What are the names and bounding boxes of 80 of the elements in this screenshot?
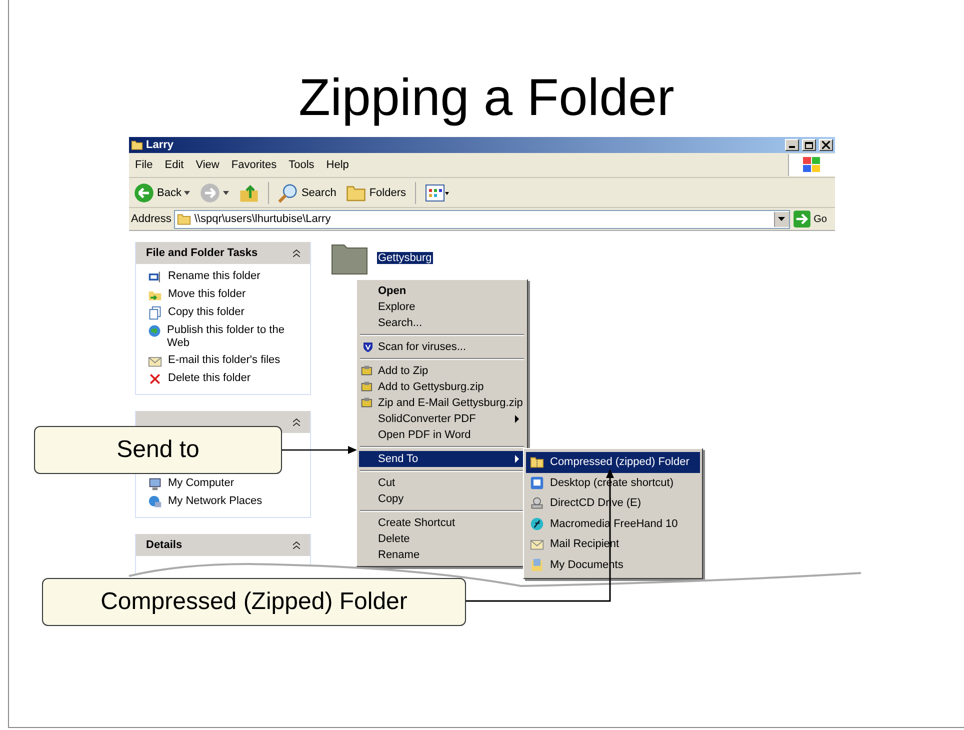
dropdown-caret-icon	[223, 190, 230, 194]
folder-up-icon	[239, 182, 260, 202]
submenu-item[interactable]: Macromedia FreeHand 10	[526, 514, 700, 534]
dropdown-caret-icon	[778, 217, 786, 221]
collapse-chevron-icon[interactable]	[293, 249, 300, 257]
zip-icon	[361, 396, 374, 410]
back-button[interactable]: Back	[131, 182, 194, 202]
context-menu-item[interactable]: Add to Gettysburg.zip	[359, 379, 525, 395]
close-icon	[822, 141, 830, 149]
computer-icon	[148, 477, 162, 491]
window-title: Larry	[146, 139, 175, 151]
task-link[interactable]: Rename this folder	[148, 270, 300, 284]
go-arrow-icon	[792, 210, 811, 228]
dropdown-caret-icon	[184, 190, 190, 194]
menu-item[interactable]: Help	[320, 159, 355, 171]
folders-button[interactable]: Folders	[343, 182, 410, 202]
context-menu-item[interactable]: Copy	[359, 491, 525, 507]
menu-item[interactable]: File	[129, 159, 159, 171]
address-dropdown-button[interactable]	[774, 212, 789, 226]
shield-icon	[362, 341, 374, 353]
search-icon	[278, 182, 298, 202]
flag-logo-icon	[803, 157, 821, 173]
task-link[interactable]: My Computer	[148, 477, 300, 491]
task-link[interactable]: Copy this folder	[148, 306, 300, 320]
search-button[interactable]: Search	[275, 182, 340, 202]
callout-label: Compressed (Zipped) Folder	[42, 578, 466, 626]
task-link[interactable]: Move this folder	[148, 288, 300, 302]
context-menu-item[interactable]: Open PDF in Word	[359, 427, 525, 443]
desktop-shortcut-icon	[530, 476, 544, 490]
context-menu-item[interactable]: Open	[359, 283, 525, 299]
copy-icon	[148, 306, 162, 320]
context-menu-item[interactable]: Explore	[359, 299, 525, 315]
submenu-item[interactable]: Compressed (zipped) Folder	[526, 452, 700, 472]
rename-icon	[148, 270, 162, 284]
envelope-icon	[530, 537, 544, 552]
folder-icon	[177, 212, 192, 226]
menu-item[interactable]: Tools	[282, 159, 320, 171]
address-label: Address	[131, 213, 172, 225]
minimize-button[interactable]	[785, 139, 799, 151]
documents-icon	[530, 558, 544, 572]
context-menu-item[interactable]: Cut	[359, 475, 525, 491]
address-field[interactable]: \\spqr\users\lhurtubise\Larry	[174, 210, 790, 228]
task-link[interactable]: My Network Places	[148, 495, 300, 509]
slide-title: Zipping a Folder	[298, 68, 674, 128]
views-icon	[425, 184, 450, 202]
context-menu-item[interactable]: Scan for viruses...	[359, 339, 525, 355]
maximize-icon	[805, 142, 813, 148]
network-icon	[148, 495, 162, 509]
menu-item[interactable]: Favorites	[225, 159, 283, 171]
zip-folder-icon	[530, 455, 544, 470]
menu-item[interactable]: View	[190, 159, 226, 171]
globe-icon	[148, 324, 162, 338]
menu-item[interactable]: Edit	[158, 159, 190, 171]
collapse-chevron-icon[interactable]	[293, 418, 300, 426]
collapse-chevron-icon[interactable]	[293, 541, 300, 549]
callout-label: Send to	[34, 426, 282, 474]
task-pane-title: Details	[146, 539, 184, 551]
task-link[interactable]: Publish this folder to the Web	[148, 324, 300, 350]
disc-drive-icon	[530, 496, 544, 510]
context-menu-item[interactable]: SolidConverter PDF	[359, 411, 525, 427]
maximize-button[interactable]	[802, 139, 816, 151]
zip-icon	[361, 380, 374, 394]
context-menu-item[interactable]: Zip and E-Mail Gettysburg.zip	[359, 395, 525, 411]
zip-icon	[361, 364, 374, 378]
context-menu-item[interactable]: Rename	[359, 547, 525, 563]
task-link[interactable]: Delete this folder	[148, 372, 300, 386]
folder-name[interactable]: Gettysburg	[377, 252, 433, 264]
context-menu-item[interactable]: Create Shortcut	[359, 515, 525, 531]
freehand-icon	[530, 516, 544, 531]
delete-icon	[148, 372, 162, 386]
close-button[interactable]	[819, 139, 833, 151]
context-menu-item[interactable]: Delete	[359, 531, 525, 547]
folder-icon	[131, 139, 143, 151]
task-link[interactable]: E-mail this folder's files	[148, 354, 300, 368]
context-menu-item[interactable]: Send To	[359, 451, 525, 467]
envelope-icon	[148, 354, 162, 368]
context-menu-item[interactable]: Search...	[359, 315, 525, 331]
go-button[interactable]: Go	[792, 210, 833, 228]
context-menu-item[interactable]: Add to Zip	[359, 363, 525, 379]
task-pane-title: File and Folder Tasks	[146, 247, 259, 259]
